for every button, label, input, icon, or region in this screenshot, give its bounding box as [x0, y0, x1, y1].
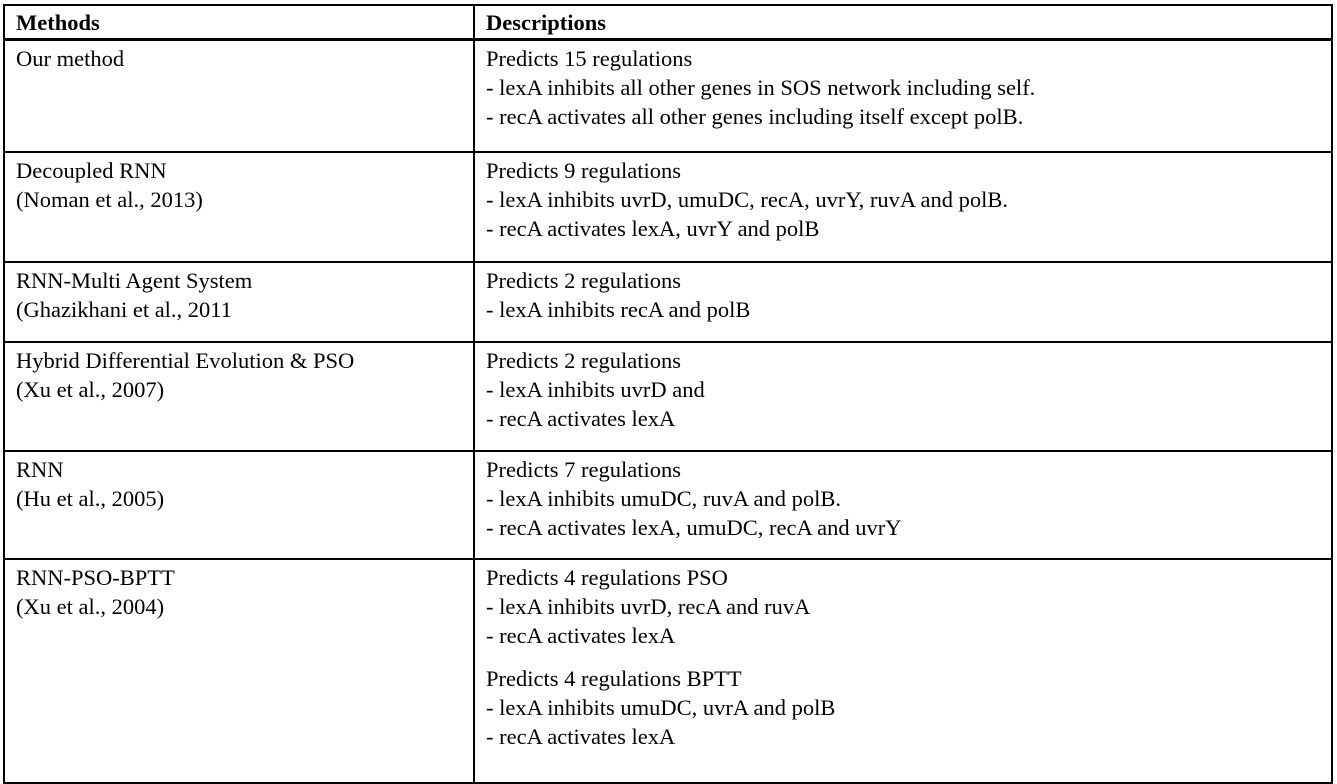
method-name: Our method [16, 46, 125, 71]
table-row: Decoupled RNN (Noman et al., 2013) Predi… [3, 151, 1333, 263]
description-line: Predicts 2 regulations [486, 268, 681, 293]
description-line: - lexA inhibits uvrD, recA and ruvA [486, 594, 811, 619]
cell-description: Predicts 9 regulations - lexA inhibits u… [473, 151, 1333, 263]
table-header: Methods Descriptions [3, 4, 1333, 41]
description-line: Predicts 9 regulations [486, 158, 681, 183]
description-line: Predicts 15 regulations [486, 46, 693, 71]
description-line: - lexA inhibits uvrD and [486, 377, 705, 402]
column-header-methods: Methods [3, 4, 475, 41]
method-citation: (Ghazikhani et al., 2011 [16, 297, 232, 322]
method-name: RNN-Multi Agent System [16, 268, 253, 293]
table-row: Hybrid Differential Evolution & PSO (Xu … [3, 341, 1333, 452]
description-line: - lexA inhibits umuDC, uvrA and polB [486, 695, 836, 720]
cell-description: Predicts 2 regulations - lexA inhibits r… [473, 261, 1333, 343]
method-name: RNN [16, 457, 64, 482]
cell-method: RNN (Hu et al., 2005) [3, 450, 475, 560]
table-row: Our method Predicts 15 regulations - lex… [3, 38, 1333, 153]
cell-description: Predicts 15 regulations - lexA inhibits … [473, 38, 1333, 153]
description-line: - lexA inhibits recA and polB [486, 297, 751, 322]
column-header-descriptions: Descriptions [473, 4, 1333, 41]
description-line: - recA activates all other genes includi… [486, 104, 1024, 129]
cell-method: RNN-Multi Agent System (Ghazikhani et al… [3, 261, 475, 343]
table-row: RNN-Multi Agent System (Ghazikhani et al… [3, 261, 1333, 343]
description-line: - recA activates lexA [486, 724, 676, 749]
method-name: RNN-PSO-BPTT [16, 565, 175, 590]
description-line: - lexA inhibits uvrD, umuDC, recA, uvrY,… [486, 187, 1009, 212]
table-body: Our method Predicts 15 regulations - lex… [3, 38, 1333, 784]
table-row: RNN-PSO-BPTT (Xu et al., 2004) Predicts … [3, 558, 1333, 784]
description-line: - recA activates lexA, uvrY and polB [486, 216, 820, 241]
method-citation: (Xu et al., 2007) [16, 377, 165, 402]
table-header-row: Methods Descriptions [3, 4, 1333, 41]
cell-description: Predicts 4 regulations PSO - lexA inhibi… [473, 558, 1333, 784]
description-line: - recA activates lexA [486, 406, 676, 431]
cell-method: Hybrid Differential Evolution & PSO (Xu … [3, 341, 475, 452]
cell-method: Decoupled RNN (Noman et al., 2013) [3, 151, 475, 263]
method-citation: (Hu et al., 2005) [16, 486, 165, 511]
description-line: Predicts 4 regulations PSO [486, 565, 728, 590]
cell-method: Our method [3, 38, 475, 153]
methods-descriptions-table: Methods Descriptions Our method Predicts… [3, 4, 1333, 784]
method-citation: (Xu et al., 2004) [16, 594, 165, 619]
description-line: - lexA inhibits umuDC, ruvA and polB. [486, 486, 842, 511]
description-line: Predicts 4 regulations BPTT [486, 666, 742, 691]
description-line: - recA activates lexA, umuDC, recA and u… [486, 515, 902, 540]
cell-description: Predicts 2 regulations - lexA inhibits u… [473, 341, 1333, 452]
cell-method: RNN-PSO-BPTT (Xu et al., 2004) [3, 558, 475, 784]
method-name: Decoupled RNN [16, 158, 167, 183]
table-row: RNN (Hu et al., 2005) Predicts 7 regulat… [3, 450, 1333, 560]
description-line: Predicts 7 regulations [486, 457, 681, 482]
description-line: Predicts 2 regulations [486, 348, 681, 373]
description-line: - recA activates lexA [486, 623, 676, 648]
description-line: - lexA inhibits all other genes in SOS n… [486, 75, 1036, 100]
cell-description: Predicts 7 regulations - lexA inhibits u… [473, 450, 1333, 560]
method-citation: (Noman et al., 2013) [16, 187, 203, 212]
methods-descriptions-table-container: Methods Descriptions Our method Predicts… [3, 4, 1333, 784]
method-name: Hybrid Differential Evolution & PSO [16, 348, 355, 373]
